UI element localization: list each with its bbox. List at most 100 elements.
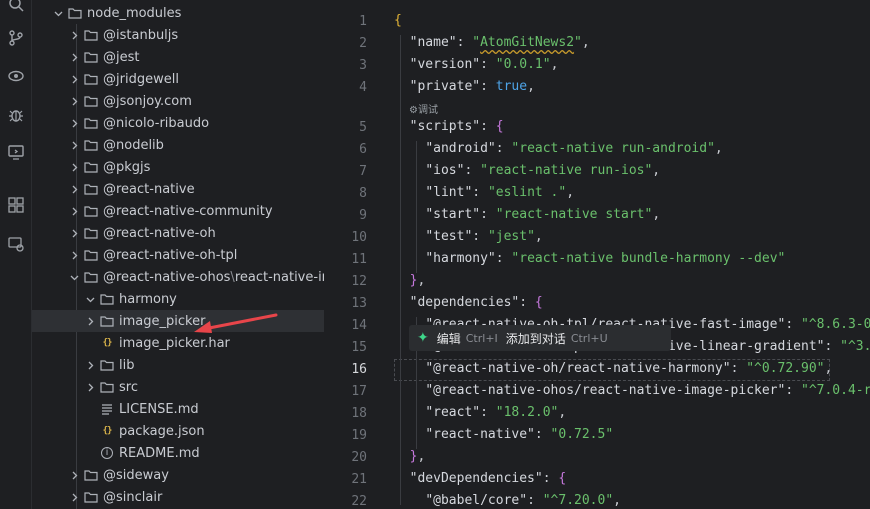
code-line[interactable]: }, <box>394 449 426 464</box>
edit-action[interactable]: 编辑 <box>437 330 461 347</box>
code-line[interactable]: "@babel/core": "^7.20.0", <box>394 493 621 508</box>
source-control-icon[interactable] <box>0 26 31 50</box>
tree-item[interactable]: @react-native-oh <box>32 222 324 244</box>
chevron-right-icon[interactable] <box>68 464 80 486</box>
line-number: 10 <box>351 230 367 245</box>
tree-item[interactable]: LICENSE.md <box>32 398 324 420</box>
code-line[interactable]: "devDependencies": { <box>394 471 567 486</box>
chevron-down-icon[interactable] <box>84 288 96 310</box>
line-number: 5 <box>359 120 367 135</box>
chevron-right-icon[interactable] <box>84 376 96 398</box>
code-line[interactable]: "name": "AtomGitNews2", <box>394 35 590 50</box>
debug-icon[interactable] <box>0 103 31 127</box>
code-line[interactable]: }, <box>394 273 426 288</box>
chevron-right-icon[interactable] <box>68 200 80 222</box>
tree-item[interactable]: lib <box>32 354 324 376</box>
line-number: 18 <box>351 406 367 421</box>
chevron-right-icon[interactable] <box>68 486 80 508</box>
extensions-icon[interactable] <box>0 193 31 217</box>
folder-icon <box>84 182 98 196</box>
tree-item-label: @react-native-oh <box>103 225 216 241</box>
tree-item[interactable]: {} image_picker.har <box>32 332 324 354</box>
code-line[interactable]: "@react-native-oh/react-native-harmony":… <box>394 361 832 376</box>
chevron-down-icon[interactable] <box>68 266 80 288</box>
tree-item[interactable]: @react-native-ohos \ react-native-imag..… <box>32 266 324 288</box>
folder-icon <box>100 314 114 328</box>
line-number: 15 <box>351 340 367 355</box>
code-line[interactable]: "android": "react-native run-android", <box>394 141 722 156</box>
code-line[interactable]: "harmony": "react-native bundle-harmony … <box>394 251 785 266</box>
tree-item[interactable]: @sideway <box>32 464 324 486</box>
tree-item[interactable]: {} package.json <box>32 420 324 442</box>
codelens-debug[interactable]: ⚙调试 <box>409 101 438 116</box>
device-manager-icon[interactable] <box>0 232 31 256</box>
json-icon: {} <box>102 338 113 348</box>
tree-item[interactable]: image_picker <box>32 310 324 332</box>
folder-icon <box>84 270 98 284</box>
tree-item[interactable]: @jsonjoy.com <box>32 90 324 112</box>
line-number: 14 <box>351 318 367 333</box>
tree-item-label: package.json <box>119 423 205 439</box>
tree-item[interactable]: @jridgewell <box>32 68 324 90</box>
tree-item[interactable]: @nodelib <box>32 134 324 156</box>
debug-gear-icon: ⚙ <box>409 105 418 116</box>
code-editor[interactable]: 1 2 3 4 5 6 7 8 9 10 11 12 13 14 15 16 17 18 19 20 21 22 { "n… <box>325 0 870 509</box>
tree-item-label: LICENSE.md <box>119 401 199 417</box>
chevron-right-icon[interactable] <box>68 134 80 156</box>
indent-guide <box>400 35 401 505</box>
tree-item[interactable]: @istanbuljs <box>32 24 324 46</box>
tree-item[interactable]: src <box>32 376 324 398</box>
chevron-right-icon[interactable] <box>84 310 96 332</box>
code-line[interactable]: "lint": "eslint .", <box>394 185 574 200</box>
line-number: 12 <box>351 274 367 289</box>
tree-item[interactable]: @jest <box>32 46 324 68</box>
line-number: 2 <box>359 36 367 51</box>
chevron-right-icon[interactable] <box>68 90 80 112</box>
line-number: 11 <box>351 252 367 267</box>
chevron-down-icon[interactable] <box>52 2 64 24</box>
code-line[interactable]: "version": "0.0.1", <box>394 57 559 72</box>
chevron-right-icon[interactable] <box>68 222 80 244</box>
code-line[interactable]: "ios": "react-native run-ios", <box>394 163 660 178</box>
add-to-chat-action[interactable]: 添加到对话 <box>506 330 566 347</box>
tree-item[interactable]: @nicolo-ribaudo <box>32 112 324 134</box>
chevron-right-icon[interactable] <box>68 178 80 200</box>
tree-item[interactable]: @react-native-community <box>32 200 324 222</box>
tree-item[interactable]: @react-native-oh-tpl <box>32 244 324 266</box>
tree-item[interactable]: i README.md <box>32 442 324 464</box>
chevron-right-icon[interactable] <box>68 24 80 46</box>
tree-item-label: @nicolo-ribaudo <box>103 115 210 131</box>
chevron-right-icon[interactable] <box>68 156 80 178</box>
tree-item-label: @sinclair <box>103 489 163 505</box>
chevron-right-icon[interactable] <box>68 244 80 266</box>
preview-icon[interactable] <box>0 64 31 88</box>
folder-icon <box>100 380 114 394</box>
code-line[interactable]: "react-native": "0.72.5" <box>394 427 613 442</box>
code-line[interactable]: "scripts": { <box>394 119 504 134</box>
code-line[interactable]: "react": "18.2.0", <box>394 405 566 420</box>
folder-icon <box>84 138 98 152</box>
chevron-right-icon[interactable] <box>68 46 80 68</box>
remote-display-icon[interactable] <box>0 140 31 164</box>
tree-item[interactable]: harmony <box>32 288 324 310</box>
tree-item[interactable]: node_modules <box>32 2 324 24</box>
folder-icon <box>84 50 98 64</box>
code-line[interactable]: "start": "react-native start", <box>394 207 660 222</box>
chevron-right-icon[interactable] <box>84 354 96 376</box>
code-line[interactable]: "dependencies": { <box>394 295 543 310</box>
tree-item-label: @react-native-oh-tpl <box>103 247 238 263</box>
chevron-right-icon[interactable] <box>68 112 80 134</box>
code-line[interactable]: "@react-native-ohos/react-native-image-p… <box>394 383 870 398</box>
code-line[interactable]: "private": true, <box>394 79 535 94</box>
line-number: 20 <box>351 450 367 465</box>
chevron-right-icon[interactable] <box>68 68 80 90</box>
search-icon[interactable] <box>0 0 31 16</box>
code-line[interactable]: { <box>394 13 402 28</box>
tree-item-label: @react-native-community <box>103 203 273 219</box>
tree-item[interactable]: @pkgjs <box>32 156 324 178</box>
tree-item-label: @react-native <box>103 181 195 197</box>
tree-item[interactable]: @react-native <box>32 178 324 200</box>
tree-item[interactable]: @sinclair <box>32 486 324 508</box>
folder-icon <box>68 6 82 20</box>
